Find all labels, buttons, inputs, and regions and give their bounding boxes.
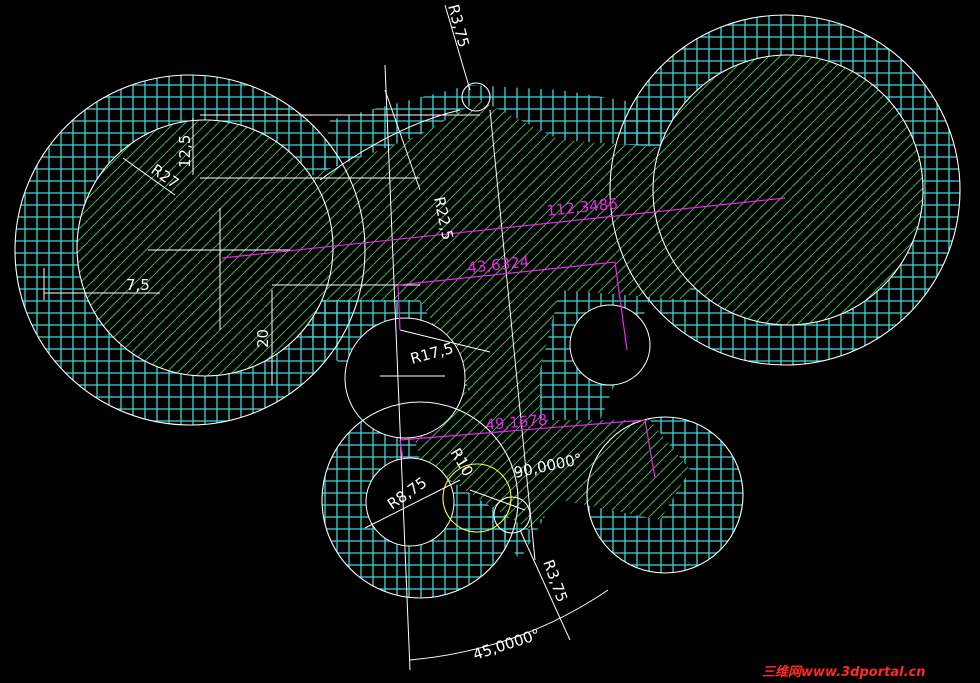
dim-r3-75-bottom: R3,75 xyxy=(539,557,571,604)
dim-45-deg: 45,0000° xyxy=(471,625,543,664)
dim-7-5: 7,5 xyxy=(126,276,150,294)
dim-r3-75-top: R3,75 xyxy=(444,2,473,49)
dim-20: 20 xyxy=(254,329,272,348)
inner-hatch-region xyxy=(77,55,923,530)
dim-12-5: 12,5 xyxy=(176,135,194,168)
watermark: 三维网www.3dportal.cn xyxy=(762,664,925,680)
cad-drawing-canvas: R3,75 R22,5 R27 12,5 7,5 20 R17,5 R10 R8… xyxy=(14,2,961,680)
